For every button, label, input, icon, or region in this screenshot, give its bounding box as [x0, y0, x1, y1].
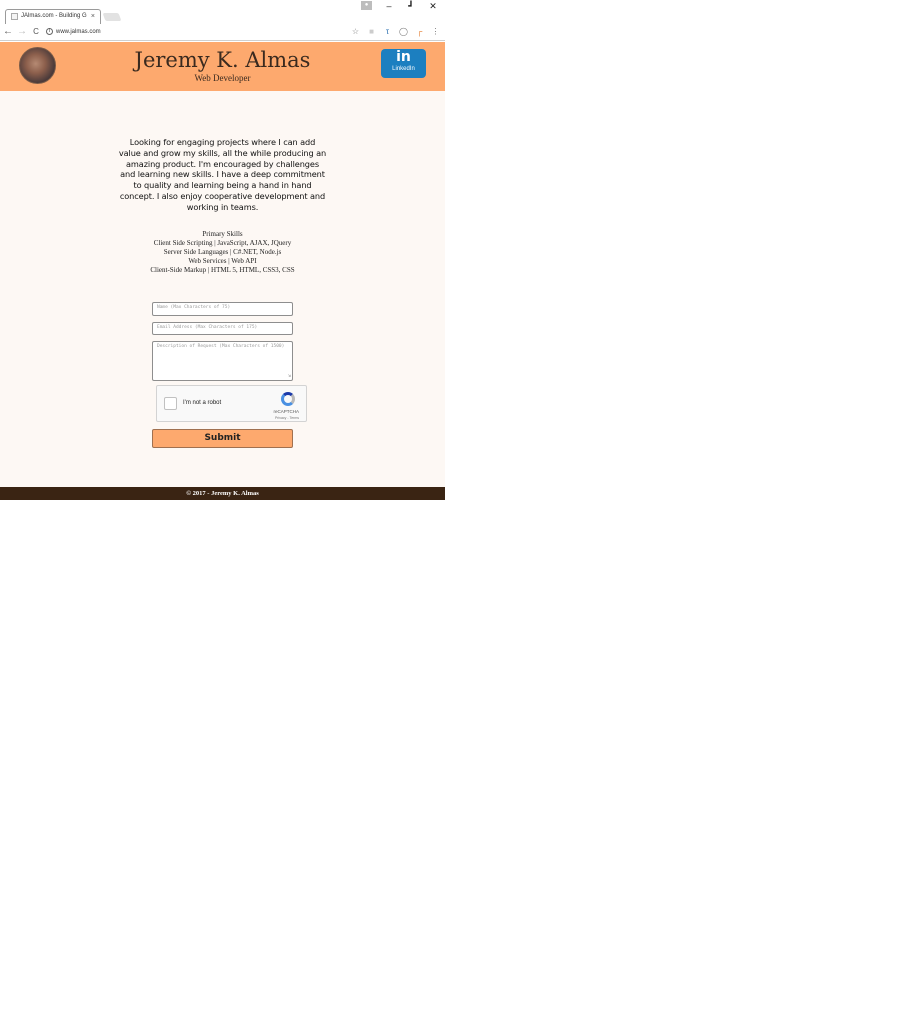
email-input[interactable]: Email Address (Max Characters of 175) [152, 322, 293, 335]
minimize-button[interactable]: – [382, 1, 396, 12]
linkedin-button[interactable]: in LinkedIn [381, 49, 426, 78]
site-header: Jeremy K. Almas Web Developer in LinkedI… [0, 42, 445, 91]
recaptcha-widget: I'm not a robot reCAPTCHA Privacy - Term… [156, 385, 307, 422]
captcha-brand: reCAPTCHA [273, 409, 299, 414]
back-icon[interactable]: ← [2, 26, 14, 38]
captcha-terms-link[interactable]: Privacy - Terms [275, 416, 299, 420]
linkedin-icon: in [396, 49, 411, 65]
page-subtitle: Web Developer [194, 73, 251, 83]
page-title: Jeremy K. Almas [134, 48, 311, 72]
captcha-checkbox[interactable] [164, 397, 177, 410]
maximize-button[interactable]: ┛ [404, 1, 418, 12]
bookmark-icon[interactable]: ┌ [415, 27, 424, 36]
recaptcha-icon [281, 392, 295, 406]
message-textarea[interactable]: Description of Request (Max Characters o… [152, 341, 293, 381]
linkedin-label: LinkedIn [392, 66, 415, 72]
address-url: www.jalmas.com [56, 29, 101, 35]
address-bar[interactable]: i www.jalmas.com [46, 26, 364, 38]
skills-heading: Primary Skills [202, 230, 243, 238]
star-icon[interactable]: ☆ [351, 27, 360, 36]
menu-icon[interactable]: ⋮ [431, 27, 440, 36]
info-icon[interactable]: i [46, 27, 53, 35]
browser-tab[interactable]: JAlmas.com - Building G × [5, 9, 101, 24]
browser-window: JAlmas.com - Building G × ● – ┛ ✕ ← → C … [0, 0, 445, 500]
browser-toolbar: ← → C i www.jalmas.com ☆ ■ τ ◯ ┌ ⋮ [0, 24, 445, 41]
submit-button[interactable]: Submit [152, 429, 293, 448]
forward-icon[interactable]: → [16, 26, 28, 38]
tab-title: JAlmas.com - Building G [21, 13, 87, 19]
extension-icon[interactable]: ■ [367, 27, 376, 36]
skills-line: Server Side Languages | C#.NET, Node.js [163, 248, 282, 256]
account-icon[interactable]: ◯ [399, 27, 408, 36]
resize-handle-icon[interactable]: ⇲ [288, 373, 291, 379]
captcha-label: I'm not a robot [183, 400, 222, 406]
profile-icon[interactable]: ● [361, 1, 372, 10]
new-tab-button[interactable] [102, 13, 122, 21]
skills-line: Client Side Scripting | JavaScript, AJAX… [153, 239, 292, 247]
close-window-button[interactable]: ✕ [426, 1, 440, 12]
page-content: Jeremy K. Almas Web Developer in LinkedI… [0, 42, 445, 500]
skills-line: Client-Side Markup | HTML 5, HTML, CSS3,… [150, 266, 295, 274]
intro-text: Looking for engaging projects where I ca… [118, 137, 327, 212]
tab-close-icon[interactable]: × [91, 10, 95, 23]
skills-line: Web Services | Web API [188, 257, 257, 265]
site-footer: © 2017 - Jeremy K. Almas [0, 487, 445, 500]
message-placeholder: Description of Request (Max Characters o… [157, 344, 285, 349]
name-input[interactable]: Name (Max Characters of 75) [152, 302, 293, 316]
reload-icon[interactable]: C [30, 26, 42, 38]
tab-bar: JAlmas.com - Building G × ● – ┛ ✕ [0, 0, 445, 24]
skills-section: Primary Skills Client Side Scripting | J… [100, 230, 345, 275]
favicon-icon [11, 13, 18, 20]
translate-icon[interactable]: τ [383, 27, 392, 36]
